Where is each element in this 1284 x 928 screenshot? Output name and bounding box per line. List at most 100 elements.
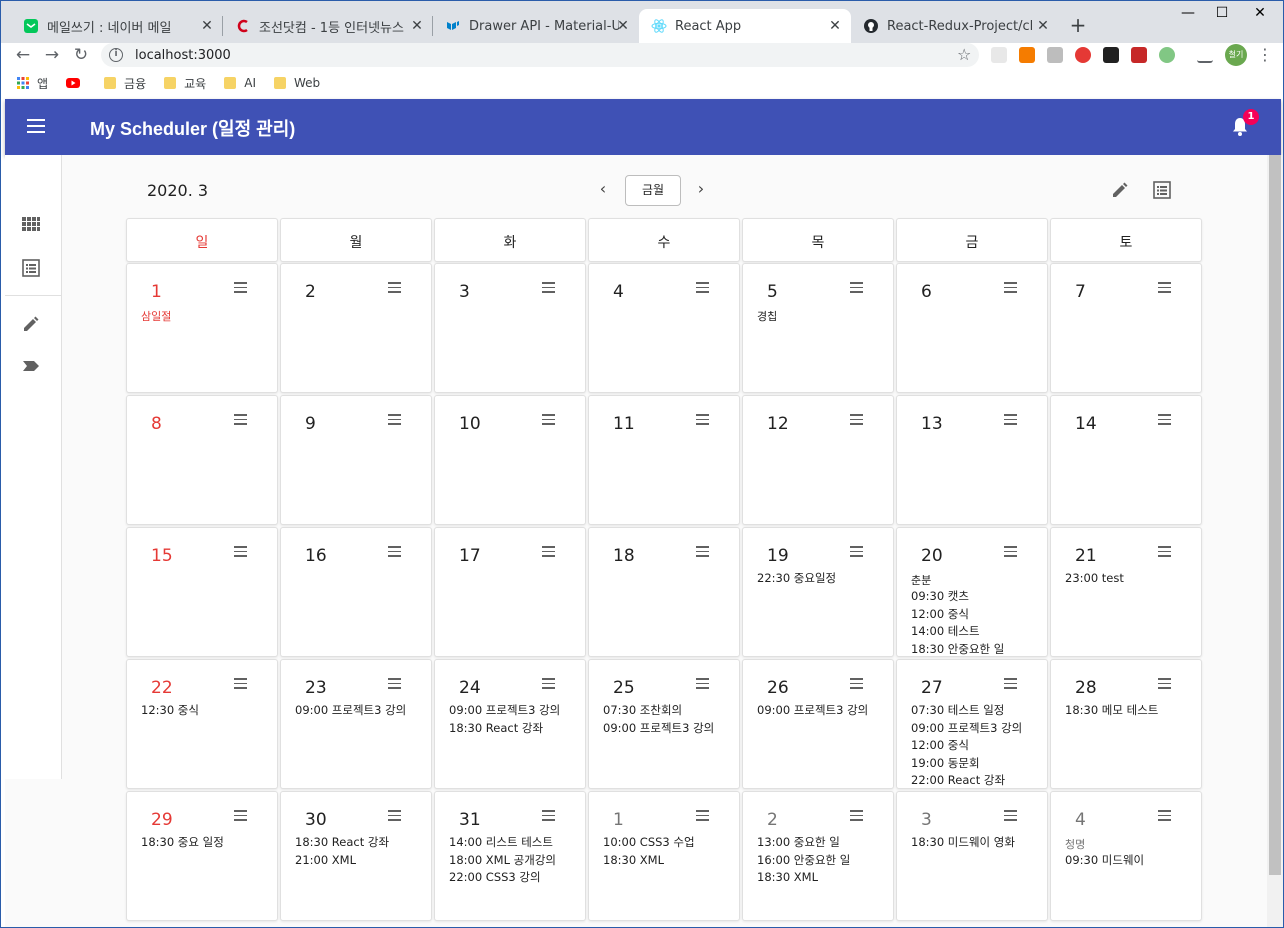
day-menu-icon[interactable]	[542, 282, 555, 293]
day-menu-icon[interactable]	[542, 810, 555, 821]
event-item[interactable]: 18:00 XML 공개강의	[449, 852, 556, 870]
calendar-day-cell[interactable]: 6	[896, 263, 1048, 393]
profile-avatar[interactable]: 철기	[1225, 44, 1247, 66]
calendar-day-cell[interactable]: 20 춘분 09:30 캣츠 12:00 중식 14:00 테스트 18:30 안중요한 …	[896, 527, 1048, 657]
event-item[interactable]: 18:30 미드웨이 영화	[911, 834, 1015, 852]
day-menu-icon[interactable]	[696, 810, 709, 821]
new-tab-button[interactable]: +	[1067, 13, 1089, 37]
calendar-day-cell[interactable]: 4	[588, 263, 740, 393]
day-menu-icon[interactable]	[542, 546, 555, 557]
event-item[interactable]: 12:00 중식	[911, 606, 1004, 624]
forward-button[interactable]: →	[42, 45, 62, 65]
close-icon[interactable]: ✕	[827, 18, 843, 34]
window-close-button[interactable]: ✕	[1237, 5, 1283, 21]
day-menu-icon[interactable]	[1004, 546, 1017, 557]
menu-icon[interactable]	[27, 119, 45, 133]
event-item[interactable]: 13:00 중요한 일	[757, 834, 850, 852]
event-item[interactable]: 09:00 프로젝트3 강의	[295, 702, 406, 720]
day-menu-icon[interactable]	[542, 678, 555, 689]
address-bar[interactable]: i localhost:3000	[101, 43, 979, 67]
fx-extension-icon[interactable]	[1019, 47, 1035, 63]
tab-github[interactable]: React-Redux-Project/client/ ✕	[851, 9, 1059, 43]
calendar-day-cell[interactable]: 28 18:30 메모 테스트	[1050, 659, 1202, 789]
event-item[interactable]: 14:00 테스트	[911, 623, 1004, 641]
day-menu-icon[interactable]	[1158, 546, 1171, 557]
bookmark-star-icon[interactable]: ☆	[957, 45, 971, 64]
calendar-day-cell[interactable]: 9	[280, 395, 432, 525]
bookmark-folder-finance[interactable]: 금융	[104, 75, 146, 92]
day-menu-icon[interactable]	[696, 282, 709, 293]
day-menu-icon[interactable]	[388, 678, 401, 689]
day-menu-icon[interactable]	[1004, 282, 1017, 293]
day-menu-icon[interactable]	[234, 546, 247, 557]
day-menu-icon[interactable]	[234, 282, 247, 293]
calendar-day-cell[interactable]: 15	[126, 527, 278, 657]
day-menu-icon[interactable]	[696, 678, 709, 689]
calendar-day-cell[interactable]: 14	[1050, 395, 1202, 525]
calendar-day-cell[interactable]: 21 23:00 test	[1050, 527, 1202, 657]
day-menu-icon[interactable]	[696, 414, 709, 425]
day-menu-icon[interactable]	[388, 546, 401, 557]
day-menu-icon[interactable]	[1158, 282, 1171, 293]
bookmark-folder-education[interactable]: 교육	[164, 75, 206, 92]
calendar-day-cell[interactable]: 3	[434, 263, 586, 393]
bookmark-youtube[interactable]	[66, 77, 86, 89]
list-view-icon[interactable]	[22, 259, 40, 277]
event-item[interactable]: 12:30 중식	[141, 702, 199, 720]
red-extension-icon[interactable]	[1131, 47, 1147, 63]
this-month-button[interactable]: 금월	[625, 175, 681, 206]
event-item[interactable]: 22:30 중요일정	[757, 570, 836, 588]
tab-chosun[interactable]: 조선닷컴 - 1등 인터넷뉴스 ✕	[223, 9, 433, 43]
event-item[interactable]: 21:00 XML	[295, 852, 389, 870]
event-item[interactable]: 22:00 CSS3 강의	[449, 869, 556, 887]
event-item[interactable]: 09:00 프로젝트3 강의	[603, 720, 714, 738]
calendar-day-cell[interactable]: 24 09:00 프로젝트3 강의 18:30 React 강좌	[434, 659, 586, 789]
next-month-chevron-icon[interactable]: ›	[691, 179, 711, 198]
color-extension-icon[interactable]	[1159, 47, 1175, 63]
calendar-day-cell[interactable]: 1 삼일절	[126, 263, 278, 393]
browser-menu-icon[interactable]: ⋮	[1257, 45, 1273, 64]
calendar-day-cell[interactable]: 30 18:30 React 강좌 21:00 XML	[280, 791, 432, 921]
calendar-day-cell[interactable]: 23 09:00 프로젝트3 강의	[280, 659, 432, 789]
event-item[interactable]: 18:30 React 강좌	[449, 720, 560, 738]
event-item[interactable]: 09:30 미드웨이	[1065, 852, 1144, 870]
close-icon[interactable]: ✕	[199, 18, 215, 34]
event-item[interactable]: 22:00 React 강좌	[911, 772, 1022, 788]
edit-pencil-icon[interactable]	[1111, 181, 1129, 199]
tab-react-app[interactable]: React App ✕	[639, 9, 851, 43]
calendar-day-cell[interactable]: 29 18:30 중요 일정	[126, 791, 278, 921]
event-item[interactable]: 09:00 프로젝트3 강의	[911, 720, 1022, 738]
calendar-day-cell[interactable]: 2 13:00 중요한 일 16:00 안중요한 일 18:30 XML	[742, 791, 894, 921]
day-menu-icon[interactable]	[850, 810, 863, 821]
close-icon[interactable]: ✕	[615, 18, 631, 34]
month-view-icon[interactable]	[22, 217, 40, 235]
event-item[interactable]: 18:30 중요 일정	[141, 834, 224, 852]
calendar-day-cell[interactable]: 1 10:00 CSS3 수업 18:30 XML	[588, 791, 740, 921]
event-item[interactable]: 18:30 메모 테스트	[1065, 702, 1158, 720]
reading-list-icon[interactable]	[1197, 47, 1213, 63]
tab-naver-mail[interactable]: 메일쓰기 : 네이버 메일 ✕	[11, 9, 223, 43]
day-menu-icon[interactable]	[850, 414, 863, 425]
event-item[interactable]: 09:30 캣츠	[911, 588, 1004, 606]
event-item[interactable]: 18:30 XML	[603, 852, 695, 870]
day-menu-icon[interactable]	[1158, 414, 1171, 425]
list-view-icon[interactable]	[1153, 181, 1171, 199]
event-item[interactable]: 09:00 프로젝트3 강의	[757, 702, 868, 720]
close-icon[interactable]: ✕	[409, 18, 425, 34]
day-menu-icon[interactable]	[850, 546, 863, 557]
day-menu-icon[interactable]	[1004, 414, 1017, 425]
day-menu-icon[interactable]	[1004, 810, 1017, 821]
day-menu-icon[interactable]	[1158, 810, 1171, 821]
prev-month-chevron-icon[interactable]: ‹	[593, 179, 613, 198]
event-item[interactable]: 14:00 리스트 테스트	[449, 834, 556, 852]
day-menu-icon[interactable]	[234, 414, 247, 425]
event-item[interactable]: 07:30 조찬회의	[603, 702, 714, 720]
day-menu-icon[interactable]	[542, 414, 555, 425]
calendar-day-cell[interactable]: 8	[126, 395, 278, 525]
calendar-day-cell[interactable]: 5 경칩	[742, 263, 894, 393]
close-icon[interactable]: ✕	[1035, 18, 1051, 34]
event-item[interactable]: 16:00 안중요한 일	[757, 852, 850, 870]
day-menu-icon[interactable]	[1158, 678, 1171, 689]
day-menu-icon[interactable]	[388, 810, 401, 821]
calendar-day-cell[interactable]: 2	[280, 263, 432, 393]
